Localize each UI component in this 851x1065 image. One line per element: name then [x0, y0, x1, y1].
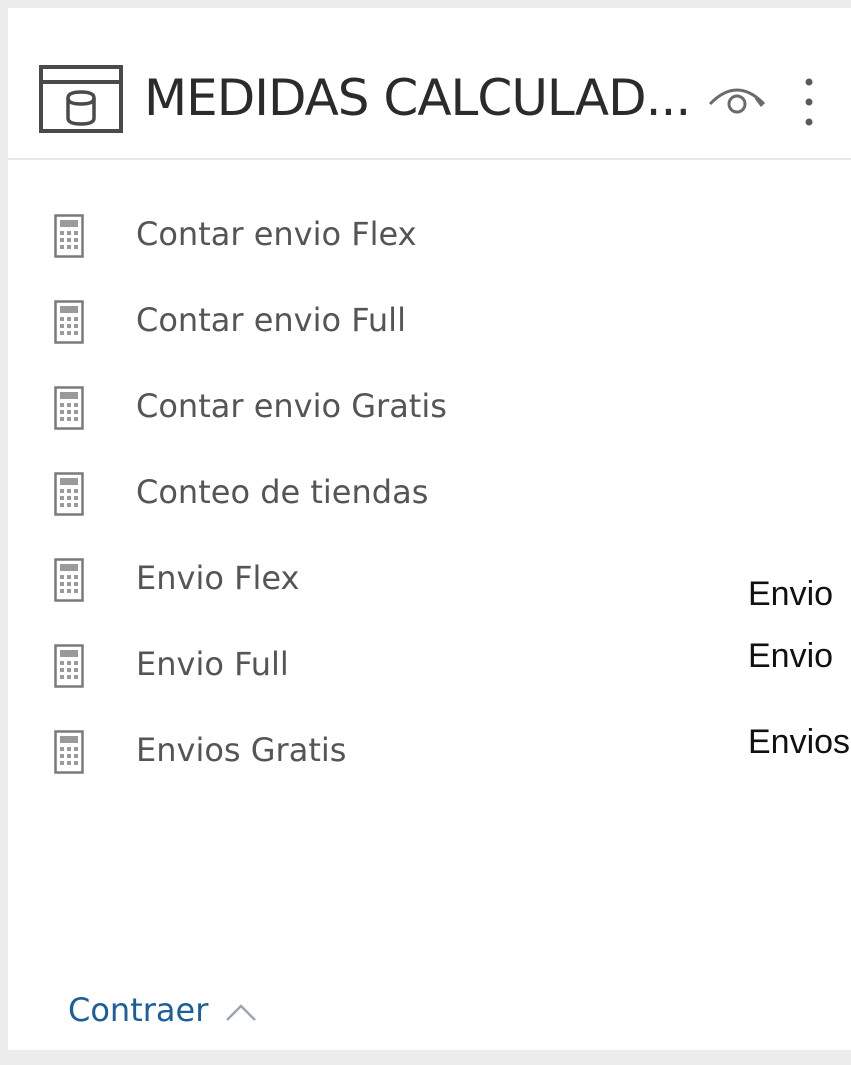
- collapse-label: Contraer: [68, 991, 209, 1029]
- more-options-icon[interactable]: [798, 74, 820, 130]
- measure-label: Contar envio Full: [136, 301, 406, 339]
- panel-title: MEDIDAS CALCULAD...: [144, 69, 691, 127]
- measure-item[interactable]: Envio Flex: [8, 536, 851, 622]
- calculator-icon: [54, 214, 84, 258]
- measure-label: Envio Flex: [136, 559, 300, 597]
- calculator-icon: [54, 730, 84, 774]
- calculator-icon: [54, 300, 84, 344]
- chevron-up-icon: [225, 1004, 256, 1021]
- measure-item[interactable]: Contar envio Gratis: [8, 364, 851, 450]
- measure-label: Contar envio Flex: [136, 215, 417, 253]
- calculator-icon: [54, 644, 84, 688]
- table-icon: [39, 65, 123, 133]
- calculator-icon: [54, 386, 84, 430]
- measure-item[interactable]: Envios Gratis: [8, 708, 851, 794]
- card-header: MEDIDAS CALCULAD...: [8, 8, 851, 160]
- measure-item[interactable]: Contar envio Flex: [8, 192, 851, 278]
- measure-list: Contar envio Flex Contar envio Full Cont…: [8, 192, 851, 794]
- calculator-icon: [54, 558, 84, 602]
- measures-card: MEDIDAS CALCULAD... Contar envio Flex Co…: [8, 8, 851, 1050]
- measure-label: Envios Gratis: [136, 731, 347, 769]
- measure-label: Envio Full: [136, 645, 289, 683]
- measure-item[interactable]: Contar envio Full: [8, 278, 851, 364]
- measure-item[interactable]: Envio Full: [8, 622, 851, 708]
- calculator-icon: [54, 472, 84, 516]
- eye-icon[interactable]: [706, 78, 768, 118]
- measure-label: Contar envio Gratis: [136, 387, 447, 425]
- measure-item[interactable]: Conteo de tiendas: [8, 450, 851, 536]
- collapse-button[interactable]: Contraer: [68, 988, 259, 1032]
- measure-label: Conteo de tiendas: [136, 473, 429, 511]
